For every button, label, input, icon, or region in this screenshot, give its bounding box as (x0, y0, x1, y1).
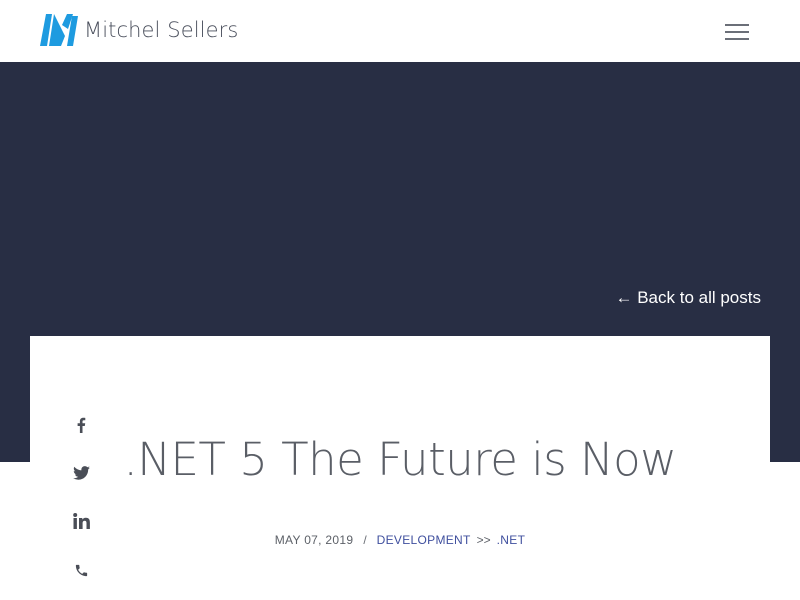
ms-logo-icon (40, 14, 78, 46)
post-title: .NET 5 The Future is Now (123, 433, 677, 486)
facebook-icon[interactable] (66, 412, 96, 438)
category-link-dotnet[interactable]: .NET (497, 533, 526, 547)
site-header: Mitchel Sellers (0, 0, 800, 62)
linkedin-icon[interactable] (66, 508, 96, 534)
meta-separator: / (363, 533, 367, 547)
back-to-all-posts-link[interactable]: ← Back to all posts (615, 288, 761, 308)
site-logo-link[interactable]: Mitchel Sellers (40, 14, 238, 46)
phone-icon[interactable] (66, 557, 96, 583)
site-name: Mitchel Sellers (84, 18, 239, 42)
category-link-development[interactable]: DEVELOPMENT (377, 533, 471, 547)
post-meta: MAY 07, 2019 / DEVELOPMENT >> .NET (100, 533, 700, 547)
twitter-icon[interactable] (66, 460, 96, 486)
category-divider: >> (476, 533, 491, 547)
post-date: MAY 07, 2019 (274, 533, 354, 547)
hamburger-menu-icon[interactable] (725, 22, 749, 42)
